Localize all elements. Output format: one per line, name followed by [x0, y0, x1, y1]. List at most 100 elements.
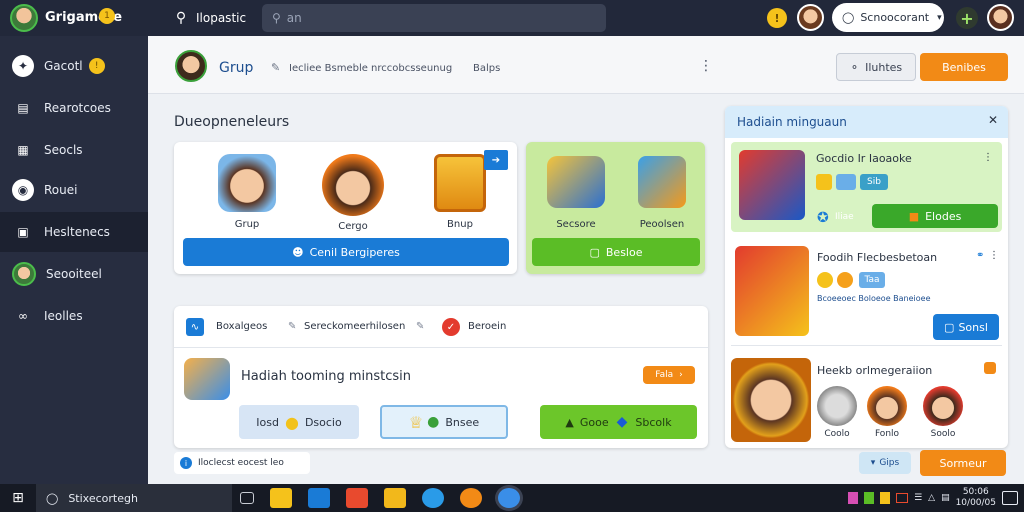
sidebar-item-2[interactable]: ▦ Seocls: [0, 130, 148, 170]
tab-1[interactable]: Boxalgeos: [216, 321, 267, 332]
sidebar-item-5[interactable]: Seooiteel: [0, 254, 148, 294]
app-icon[interactable]: [498, 488, 520, 508]
option-button[interactable]: ♕ ● Bnsee: [380, 405, 508, 439]
notification-center-icon[interactable]: [1002, 491, 1018, 505]
account-label: Scnoocorant: [860, 11, 930, 24]
quest-card-action-label: Sonsl: [958, 320, 988, 334]
right-panel-title: Hadiain minguaun: [737, 115, 847, 129]
reward-card-action[interactable]: ■ Elodes: [872, 204, 998, 228]
option-button[interactable]: Iosd ● Dsocio: [239, 405, 359, 439]
tray-app-icon[interactable]: [848, 492, 859, 504]
option-label: Gooe: [579, 415, 609, 429]
avatar-item[interactable]: Bnup: [432, 154, 488, 230]
sidebar-item-0[interactable]: ✦ Gacotl !: [0, 46, 148, 86]
sidebar-item-label: Rearotcoes: [44, 101, 111, 115]
task-view-icon[interactable]: [240, 492, 254, 504]
app-avatar[interactable]: [10, 4, 38, 32]
volume-icon[interactable]: △: [928, 493, 935, 503]
quest-card-action[interactable]: ▢ Sonsl: [933, 314, 999, 340]
green-card-action-label: Besloe: [605, 245, 643, 259]
right-panel: Hadiain minguaun ✕ Gocdio Ir Iaoaoke ⋮ S…: [725, 106, 1008, 448]
avatar-label: Bnup: [447, 219, 473, 230]
windows-start-icon[interactable]: ⊞: [0, 484, 36, 512]
folder-icon[interactable]: [384, 488, 406, 508]
sidebar-item-3[interactable]: ◉ Rouei: [0, 170, 148, 210]
option-button[interactable]: ▲ Gooe ◆ Sbcolk: [540, 405, 697, 439]
user-icon: ◯: [842, 11, 855, 24]
share-icon[interactable]: ⚭: [976, 250, 984, 261]
wifi-icon[interactable]: ☰: [914, 493, 922, 503]
primary-button[interactable]: Benibes: [920, 53, 1008, 81]
quest-card[interactable]: Foodih Flecbesbetoan ⚭ ⋮ Taa Bcoeeoec Bo…: [731, 242, 1002, 346]
notification-icon[interactable]: !: [767, 8, 787, 28]
bottom-tag[interactable]: i Iloclecst eocest leo: [174, 452, 310, 474]
profile-avatar[interactable]: [987, 4, 1014, 31]
sidebar-item-label: Seocls: [44, 143, 83, 157]
team-avatar[interactable]: Soolo: [921, 386, 965, 439]
puzzle-icon: ✪: [817, 210, 829, 226]
breadcrumb-tail[interactable]: Balps: [473, 63, 500, 74]
chart-icon: ▤: [17, 101, 29, 115]
green-card-item-label: Secsore: [556, 219, 596, 230]
team-avatar[interactable]: Fonlo: [865, 386, 909, 439]
sidebar-item-1[interactable]: ▤ Rearotcoes: [0, 88, 148, 128]
store-icon[interactable]: [308, 488, 330, 508]
folder-icon: ▣: [17, 225, 29, 239]
more-icon[interactable]: ⋮: [983, 152, 993, 163]
team-card[interactable]: Heekb orlmegeraiion Coolo Fonlo Soolo: [731, 354, 1002, 444]
more-icon[interactable]: ⋮: [699, 58, 713, 74]
reward-chip: Sib: [860, 174, 888, 190]
quest-card-sub: Bcoeeoec Boloeoe Baneioee: [817, 294, 931, 303]
edit-icon[interactable]: ✎: [271, 61, 280, 74]
info-icon: i: [180, 457, 192, 469]
close-icon[interactable]: ✕: [988, 113, 998, 127]
mission-tag[interactable]: Fala ›: [643, 366, 695, 384]
option-sublabel: Sbcolk: [635, 415, 672, 429]
footer-primary-button[interactable]: Sormeur: [920, 450, 1006, 476]
tab-2[interactable]: Sereckomeerhilosen: [304, 321, 405, 332]
firefox-icon[interactable]: [460, 488, 482, 508]
search-input[interactable]: ⚲ an: [262, 4, 606, 32]
media-icon[interactable]: [346, 488, 368, 508]
team-avatar-label: Soolo: [930, 429, 956, 439]
tool-icon: [816, 174, 832, 190]
search-icon[interactable]: ⚲: [172, 9, 190, 27]
avatar-card-action-label: Cenil Bergiperes: [309, 245, 400, 259]
file-explorer-icon[interactable]: [270, 488, 292, 508]
avatar-item[interactable]: Cergo: [320, 154, 386, 232]
browser-icon[interactable]: [422, 488, 444, 508]
sidebar-item-6[interactable]: ∞ Ieolles: [0, 296, 148, 336]
taskbar-search[interactable]: ◯ Stixecortegh: [36, 484, 232, 512]
sidebar-item-badge: !: [88, 58, 105, 74]
share-icon[interactable]: ➔: [484, 150, 508, 170]
reward-card[interactable]: Gocdio Ir Iaoaoke ⋮ Sib ✪ Iliae ■ Elodes: [731, 142, 1002, 232]
user-avatar[interactable]: [797, 4, 824, 31]
alert-icon: ✓: [442, 318, 460, 336]
battery-icon[interactable]: ▤: [941, 493, 950, 503]
coin-icon: [837, 272, 853, 288]
team-avatar[interactable]: Coolo: [815, 386, 859, 439]
team-avatar-label: Coolo: [824, 429, 850, 439]
add-button[interactable]: +: [956, 7, 978, 29]
secondary-button[interactable]: ⚬ Iluhtes: [836, 53, 916, 81]
tray-app-icon[interactable]: [880, 492, 891, 504]
sidebar-item-label: Gacotl: [44, 59, 83, 73]
green-card-action[interactable]: ▢ Besloe: [532, 238, 700, 266]
tab-3[interactable]: Beroein: [468, 321, 506, 332]
more-icon[interactable]: ⋮: [989, 250, 999, 261]
tray-app-icon[interactable]: [896, 493, 909, 503]
sidebar-item-4[interactable]: ▣ Hesltenecs: [0, 212, 148, 252]
group-avatar[interactable]: [175, 50, 207, 82]
tray-app-icon[interactable]: [864, 492, 875, 504]
green-card: Secsore Peoolsen ▢ Besloe: [526, 142, 705, 274]
green-card-item[interactable]: Secsore: [540, 156, 612, 230]
avatar-card-action[interactable]: ☻ Cenil Bergiperes: [183, 238, 509, 266]
avatar-item[interactable]: Grup: [217, 154, 277, 230]
card-icon: [836, 174, 856, 190]
reward-card-title: Gocdio Ir Iaoaoke: [816, 152, 912, 165]
clock[interactable]: 50:06 10/00/05: [956, 487, 996, 509]
footer-small-button[interactable]: ▾ Gips: [859, 452, 911, 474]
account-button[interactable]: ◯ Scnoocorant ▾: [832, 3, 944, 32]
sidebar-item-label: Hesltenecs: [44, 225, 110, 239]
green-card-item[interactable]: Peoolsen: [626, 156, 698, 230]
